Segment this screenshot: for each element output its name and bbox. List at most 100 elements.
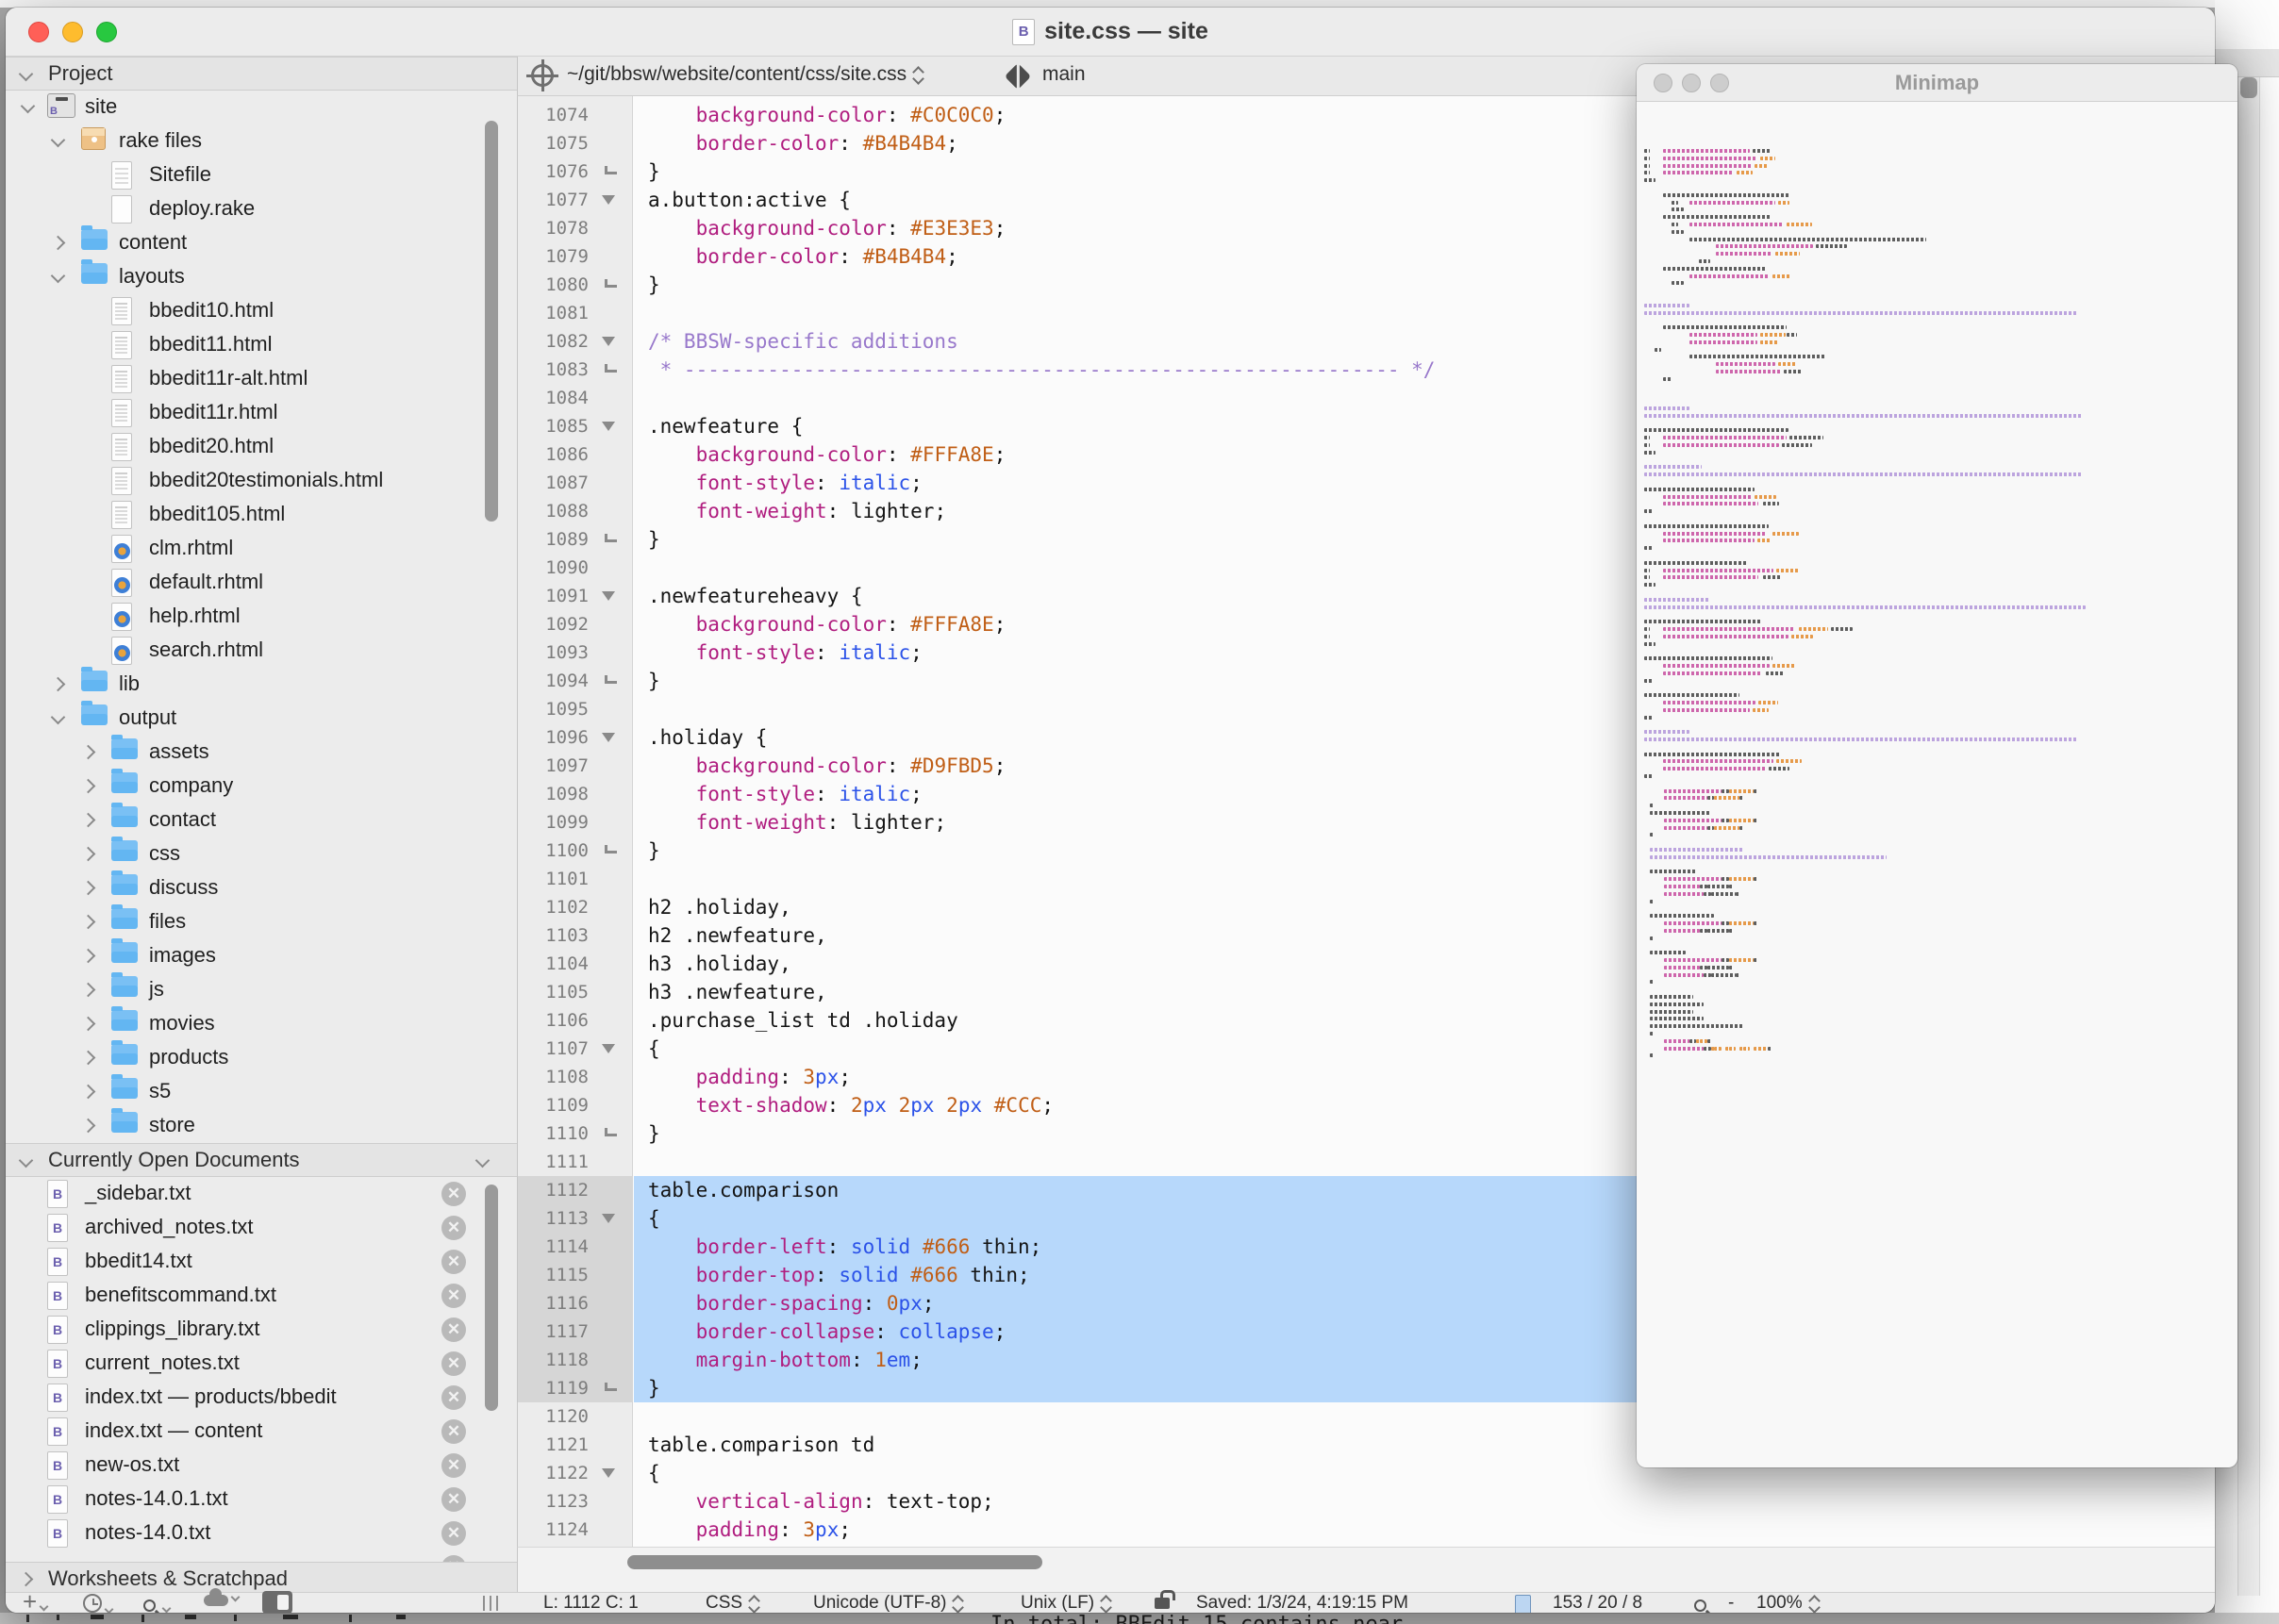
close-document-icon[interactable]: ✕ <box>441 1182 466 1206</box>
fold-open-icon[interactable] <box>602 1044 615 1053</box>
sidebar-item-bbedit11r-alt-html[interactable]: bbedit11r-alt.html <box>6 362 517 396</box>
horizontal-scrollbar[interactable] <box>517 1547 2215 1592</box>
unlocked-icon[interactable] <box>1155 1589 1170 1610</box>
worksheets-header[interactable]: Worksheets & Scratchpad <box>6 1562 517 1596</box>
sidebar-item-site[interactable]: site <box>6 91 517 124</box>
close-document-icon[interactable]: ✕ <box>441 1216 466 1240</box>
close-document-icon[interactable]: ✕ <box>441 1250 466 1274</box>
chevron-right-icon[interactable] <box>81 1085 96 1100</box>
sidebar-toggle-button[interactable] <box>262 1591 292 1613</box>
fold-open-icon[interactable] <box>602 1214 615 1223</box>
search-button[interactable] <box>143 1596 170 1613</box>
close-document-icon[interactable]: ✕ <box>441 1351 466 1376</box>
open-document-row[interactable]: Bnotes-14.0.1.txt✕ <box>6 1483 517 1516</box>
document-proxy-icon[interactable] <box>1515 1594 1531 1613</box>
horizontal-scrollbar-thumb[interactable] <box>627 1555 1042 1569</box>
sidebar-item-bbedit11r-html[interactable]: bbedit11r.html <box>6 396 517 430</box>
chevron-down-icon[interactable] <box>21 99 36 114</box>
chevron-right-icon[interactable] <box>81 1051 96 1066</box>
fold-open-icon[interactable] <box>602 422 615 431</box>
chevron-right-icon[interactable] <box>51 677 66 692</box>
fold-open-icon[interactable] <box>602 733 615 742</box>
sidebar-item-bbedit105-html[interactable]: bbedit105.html <box>6 498 517 532</box>
zoom-magnifier-icon[interactable] <box>1694 1595 1706 1613</box>
chevron-right-icon[interactable] <box>81 813 96 828</box>
chevron-down-icon[interactable] <box>19 66 34 81</box>
open-document-row[interactable]: Bnew-os.txt✕ <box>6 1449 517 1483</box>
chevron-right-icon[interactable] <box>81 915 96 930</box>
open-document-row[interactable]: Bindex.txt — content✕ <box>6 1415 517 1449</box>
sidebar-item-output[interactable]: output <box>6 702 517 736</box>
fold-open-icon[interactable] <box>602 591 615 601</box>
chevron-down-icon[interactable] <box>51 269 66 284</box>
git-branch-icon[interactable] <box>1008 66 1027 87</box>
close-document-icon[interactable]: ✕ <box>441 1284 466 1308</box>
chevron-right-icon[interactable] <box>81 779 96 794</box>
close-document-icon[interactable]: ✕ <box>441 1317 466 1342</box>
sidebar-item-deploy-rake[interactable]: deploy.rake <box>6 192 517 226</box>
open-document-row[interactable]: Bnotes-14.0.txt✕ <box>6 1516 517 1550</box>
open-documents-header[interactable]: Currently Open Documents <box>6 1143 517 1177</box>
gear-icon[interactable] <box>531 65 554 86</box>
fold-open-icon[interactable] <box>602 1468 615 1478</box>
recent-clock-button[interactable] <box>83 1594 112 1613</box>
background-window-scrollbar[interactable] <box>2237 77 2260 1596</box>
sidebar-item-products[interactable]: products <box>6 1041 517 1075</box>
chevron-right-icon[interactable] <box>81 949 96 964</box>
sidebar-item-search-rhtml[interactable]: search.rhtml <box>6 634 517 668</box>
open-document-row[interactable]: B_sidebar.txt✕ <box>6 1177 517 1211</box>
zoom-minus[interactable]: - <box>1728 1593 1734 1613</box>
sidebar-item-files[interactable]: files <box>6 905 517 939</box>
palette-minimize-button[interactable] <box>1682 74 1701 92</box>
close-document-icon[interactable]: ✕ <box>441 1419 466 1444</box>
sidebar-item-store[interactable]: store <box>6 1109 517 1143</box>
chevron-right-icon[interactable] <box>81 745 96 760</box>
tree-scrollbar-thumb[interactable] <box>485 121 498 522</box>
chevron-right-icon[interactable] <box>19 1571 34 1586</box>
minimize-button[interactable] <box>62 22 83 42</box>
chevron-down-icon[interactable] <box>51 710 66 725</box>
sidebar-item-discuss[interactable]: discuss <box>6 871 517 905</box>
sidebar-item-clm-rhtml[interactable]: clm.rhtml <box>6 532 517 566</box>
palette-zoom-button[interactable] <box>1710 74 1729 92</box>
sidebar-item-bbedit10-html[interactable]: bbedit10.html <box>6 294 517 328</box>
sidebar-item-lib[interactable]: lib <box>6 668 517 702</box>
open-document-row[interactable]: Bbenefitscommand.txt✕ <box>6 1279 517 1313</box>
cloud-button[interactable] <box>204 1587 239 1612</box>
chevron-right-icon[interactable] <box>81 983 96 998</box>
divider-drag-handle[interactable] <box>483 1593 498 1613</box>
sidebar-item-contact[interactable]: contact <box>6 804 517 837</box>
sidebar-item-content[interactable]: content <box>6 226 517 260</box>
open-document-row[interactable]: Barchived_notes.txt✕ <box>6 1211 517 1245</box>
chevron-down-icon[interactable] <box>19 1152 34 1168</box>
open-document-row[interactable]: Bbbedit14.txt✕ <box>6 1245 517 1279</box>
sidebar-item-bbedit20-html[interactable]: bbedit20.html <box>6 430 517 464</box>
sidebar-item-assets[interactable]: assets <box>6 736 517 770</box>
open-document-row-partial[interactable]: ✕ <box>6 1550 517 1562</box>
sidebar-item-default-rhtml[interactable]: default.rhtml <box>6 566 517 600</box>
sidebar-item-js[interactable]: js <box>6 973 517 1007</box>
sidebar-item-css[interactable]: css <box>6 837 517 871</box>
sidebar-item-movies[interactable]: movies <box>6 1007 517 1041</box>
close-document-icon[interactable]: ✕ <box>441 1521 466 1546</box>
chevron-right-icon[interactable] <box>81 1017 96 1032</box>
open-document-row[interactable]: Bclippings_library.txt✕ <box>6 1313 517 1347</box>
close-button[interactable] <box>28 22 49 42</box>
zoom-level-popup[interactable]: 100% <box>1756 1593 1820 1613</box>
sidebar-item-bbedit20testimonials-html[interactable]: bbedit20testimonials.html <box>6 464 517 498</box>
chevron-right-icon[interactable] <box>51 236 66 251</box>
close-document-icon[interactable]: ✕ <box>441 1453 466 1478</box>
fold-open-icon[interactable] <box>602 195 615 205</box>
add-button[interactable]: + <box>23 1592 47 1613</box>
line-endings-popup[interactable]: Unix (LF) <box>1021 1593 1111 1613</box>
sidebar-item-images[interactable]: images <box>6 939 517 973</box>
background-scrollbar-thumb[interactable] <box>2240 77 2257 98</box>
sidebar-item-s5[interactable]: s5 <box>6 1075 517 1109</box>
palette-close-button[interactable] <box>1654 74 1672 92</box>
sidebar-item-layouts[interactable]: layouts <box>6 260 517 294</box>
docs-scrollbar-thumb[interactable] <box>485 1185 498 1411</box>
chevron-right-icon[interactable] <box>81 847 96 862</box>
open-document-row[interactable]: Bindex.txt — products/bbedit✕ <box>6 1381 517 1415</box>
chevron-right-icon[interactable] <box>81 881 96 896</box>
sidebar-item-company[interactable]: company <box>6 770 517 804</box>
